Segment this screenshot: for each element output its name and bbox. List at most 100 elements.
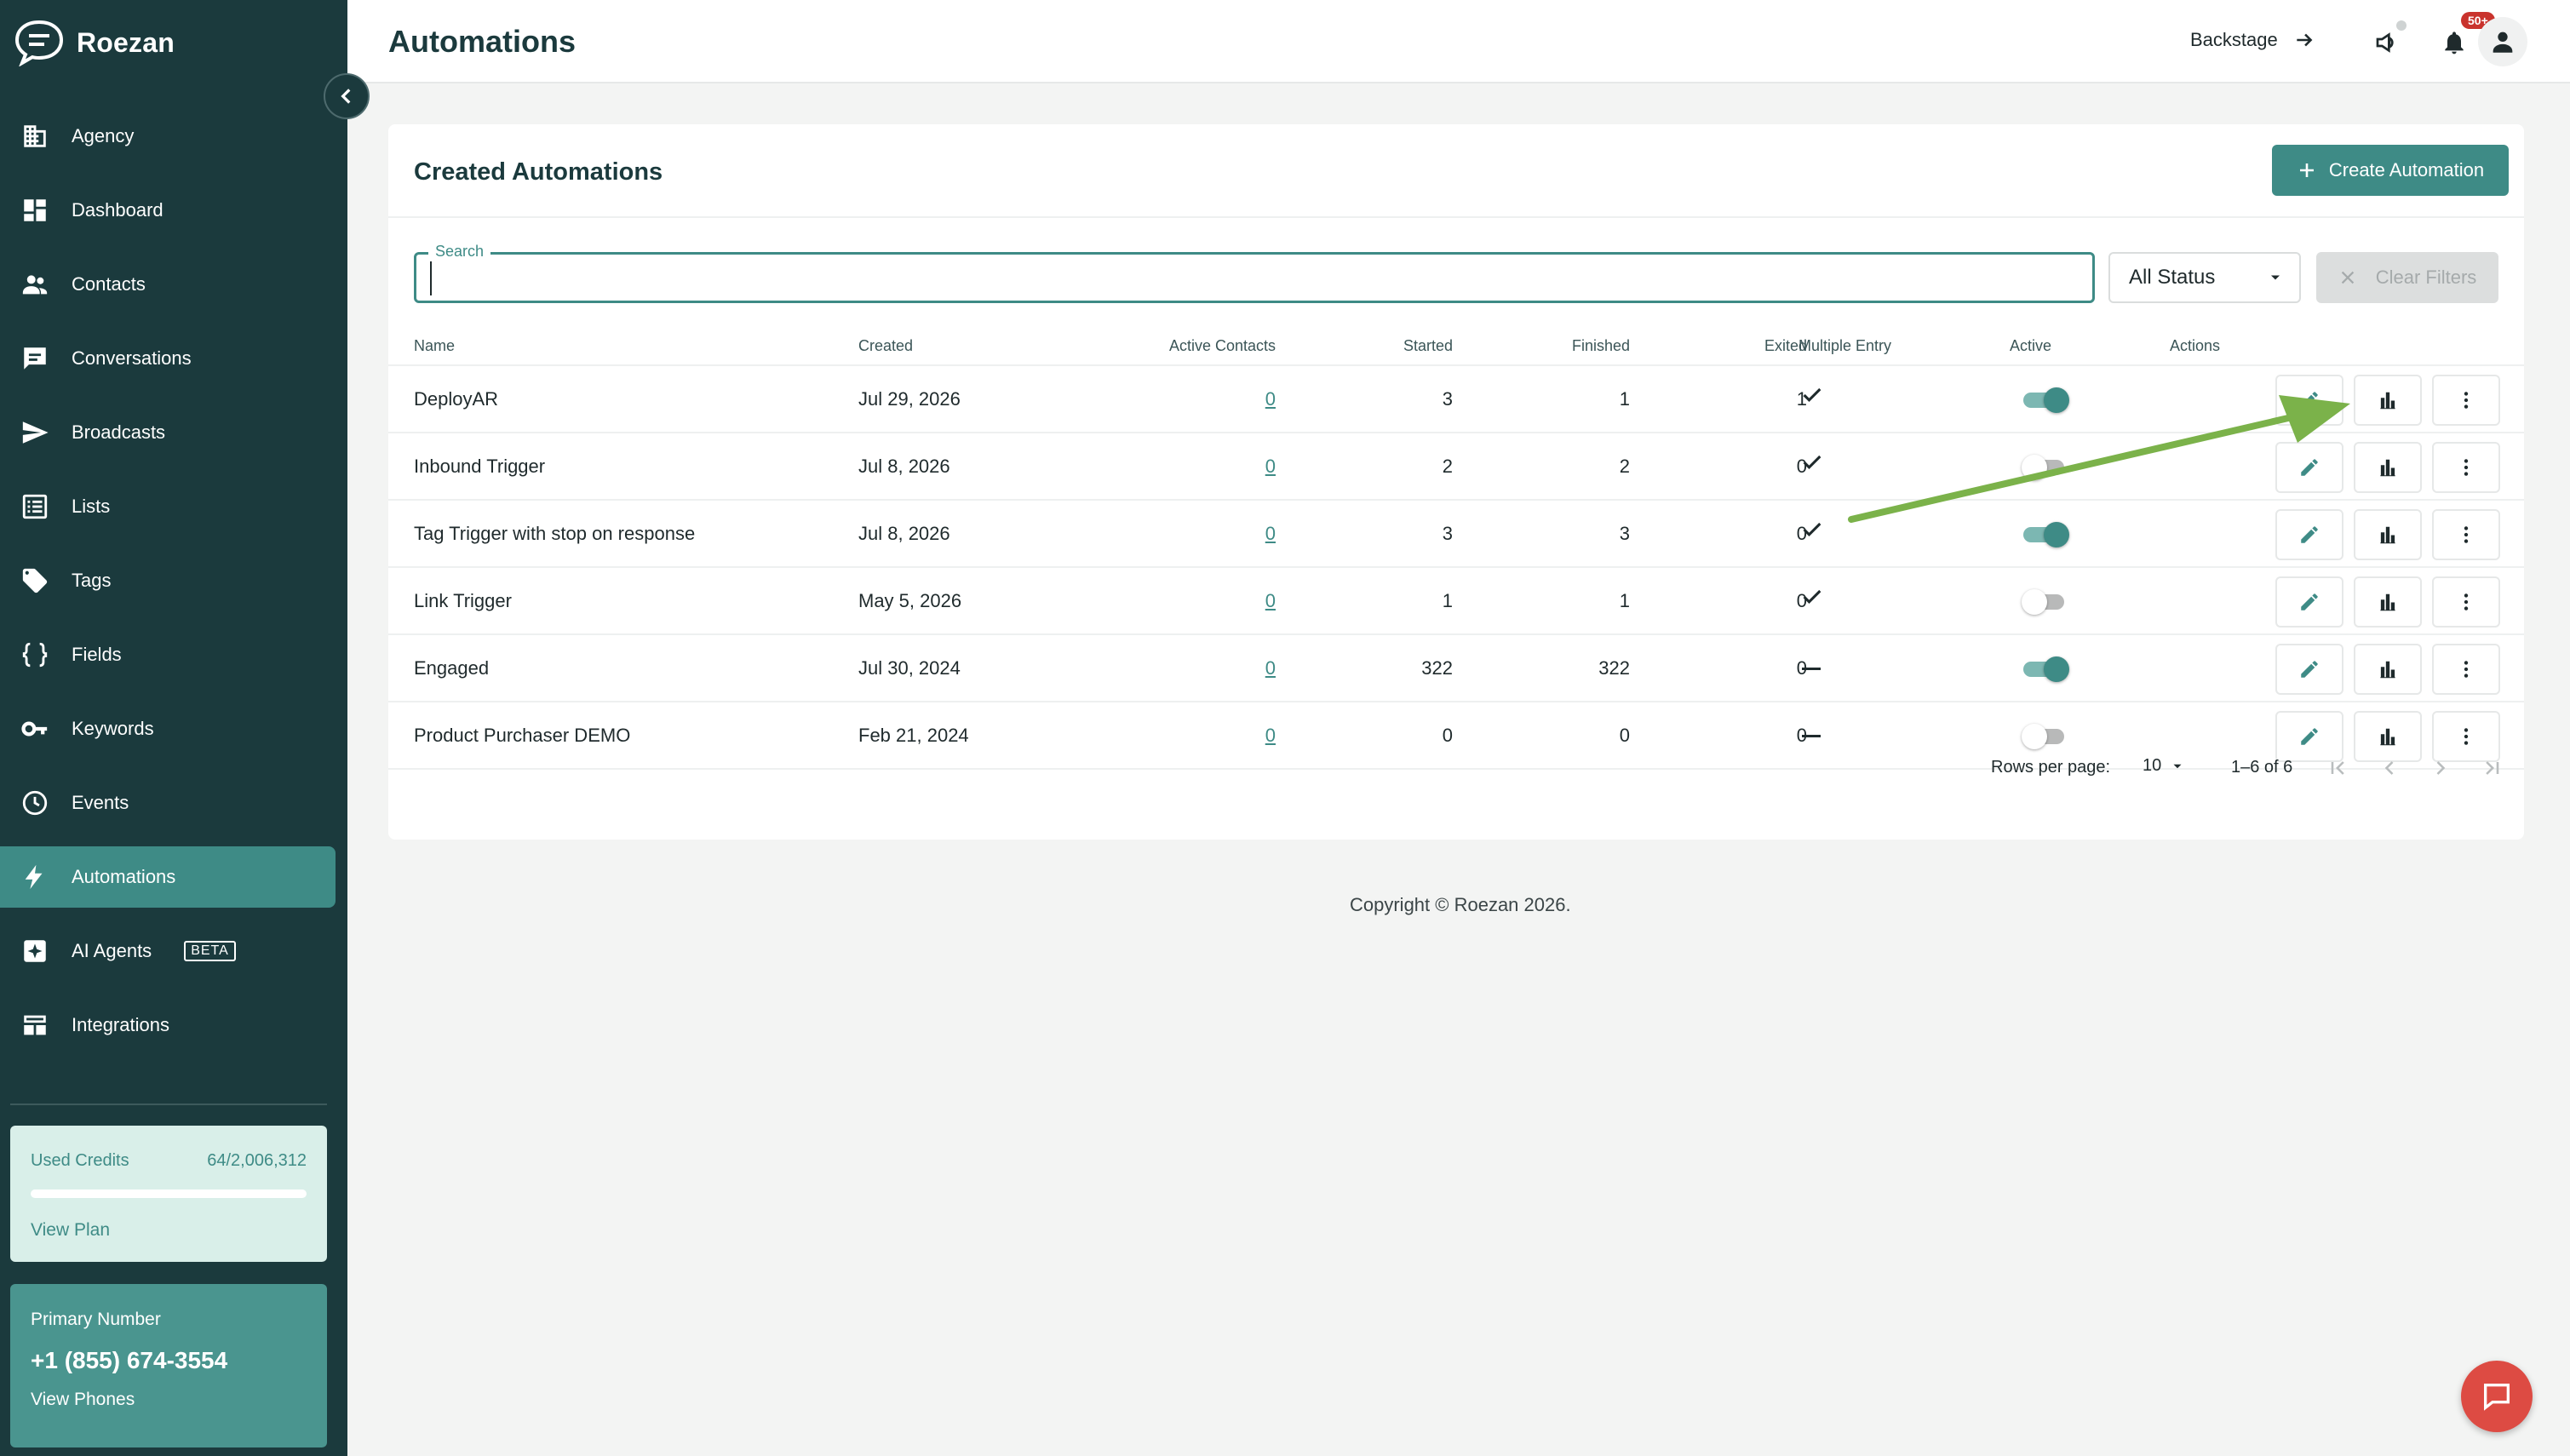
automation-name[interactable]: Link Trigger [414,590,512,612]
view-plan-link[interactable]: View Plan [31,1220,307,1241]
automation-name[interactable]: Engaged [414,657,489,679]
edit-button[interactable] [2275,576,2343,628]
bar-chart-icon [2380,526,2395,544]
sidebar-item-keywords[interactable]: Keywords [0,698,347,760]
column-header-started[interactable]: Started [1325,337,1453,355]
more-options-button[interactable] [2432,375,2500,426]
tag-icon [22,568,48,593]
column-header-name[interactable]: Name [414,337,455,355]
view-phones-link[interactable]: View Phones [31,1390,307,1410]
active-contacts-link[interactable]: 0 [1155,388,1276,410]
announcement-dot [2396,20,2407,31]
dashboard-icon [24,199,46,221]
status-filter-select[interactable]: All Status [2108,252,2301,303]
announcements-button[interactable] [2369,20,2407,61]
started-count: 3 [1442,523,1453,544]
sidebar-item-fields[interactable]: Fields [0,624,347,685]
sidebar-item-contacts[interactable]: Contacts [0,254,347,315]
sidebar-item-label: Automations [72,866,176,887]
next-page-button[interactable] [2425,753,2456,783]
pencil-icon [2301,593,2318,610]
previous-page-button[interactable] [2374,753,2405,783]
building-icon [24,125,46,147]
more-options-button[interactable] [2432,442,2500,493]
notifications-button[interactable]: 50+ [2435,12,2495,61]
more-vertical-icon [2464,459,2469,476]
caret-down-icon [2271,275,2280,280]
create-automation-button[interactable]: Create Automation [2272,145,2509,196]
primary-number: +1 (855) 674-3554 [31,1347,228,1373]
avatar[interactable] [2478,17,2527,66]
automation-name[interactable]: Tag Trigger with stop on response [414,523,695,545]
sidebar-item-conversations[interactable]: Conversations [0,328,347,389]
more-options-button[interactable] [2432,509,2500,560]
column-header-actions: Actions [2170,337,2221,354]
last-page-button[interactable] [2476,753,2507,783]
sidebar-item-label: Tags [72,570,112,591]
first-page-icon [2331,761,2344,775]
sidebar-item-integrations[interactable]: Integrations [0,995,347,1056]
more-options-button[interactable] [2432,644,2500,695]
sidebar-item-tags[interactable]: Tags [0,550,347,611]
megaphone-icon [2376,32,2394,53]
column-header-finished[interactable]: Finished [1502,337,1630,355]
stats-button[interactable] [2354,442,2422,493]
status-filter-value: All Status [2129,266,2216,289]
rows-per-page-select[interactable]: 10 [2143,756,2185,776]
active-toggle[interactable] [2022,588,2069,616]
more-vertical-icon [2464,392,2469,409]
clear-filters-button[interactable]: Clear Filters [2316,252,2498,303]
more-options-button[interactable] [2432,576,2500,628]
clock-icon [22,790,48,816]
toggle-knob [2044,656,2069,682]
started-count: 2 [1442,456,1453,477]
active-contacts-link[interactable]: 0 [1155,590,1276,612]
stats-button[interactable] [2354,644,2422,695]
first-page-button[interactable] [2323,753,2354,783]
people-icon [22,275,48,295]
chevron-left-icon [341,89,351,104]
multiple-entry-check [1800,585,1824,614]
logo[interactable]: Roezan [14,19,175,66]
sidebar-item-ai-agents[interactable]: AI Agents BETA [0,920,347,982]
user-icon [2493,32,2513,53]
automation-name[interactable]: Inbound Trigger [414,456,545,478]
sidebar-item-broadcasts[interactable]: Broadcasts [0,402,347,463]
column-header-active-contacts[interactable]: Active Contacts [1081,337,1276,355]
column-header-created[interactable]: Created [858,337,913,355]
card-header: Created Automations Create Automation [388,124,2524,218]
sidebar-item-automations[interactable]: Automations [0,846,336,908]
primary-number-label: Primary Number [31,1310,161,1329]
active-toggle[interactable] [2022,656,2069,683]
column-header-active[interactable]: Active [2010,337,2051,355]
chevron-left-icon [2384,761,2394,775]
support-chat-button[interactable] [2461,1361,2533,1432]
backstage-link[interactable]: Backstage [2190,29,2315,51]
rows-per-page-label: Rows per page: [1991,758,2111,777]
sidebar-item-label: Fields [72,644,122,665]
sidebar-item-lists[interactable]: Lists [0,476,347,537]
stats-button[interactable] [2354,509,2422,560]
column-header-multiple-entry[interactable]: Multiple Entry [1798,337,1891,355]
bar-chart-icon [2380,392,2395,410]
active-contacts-link[interactable]: 0 [1155,456,1276,478]
exited-count: 0 [1796,523,1807,544]
card-title: Created Automations [414,158,663,186]
list-icon [22,494,48,519]
column-header-exited[interactable]: Exited [1679,337,1807,355]
sidebar-item-label: Contacts [72,273,146,295]
search-input[interactable] [430,261,2065,295]
stats-button[interactable] [2354,576,2422,628]
sidebar-collapse-button[interactable] [324,73,370,119]
sidebar-item-agency[interactable]: Agency [0,106,347,167]
edit-button[interactable] [2275,644,2343,695]
rows-per-page-value: 10 [2143,756,2162,775]
sidebar-item-events[interactable]: Events [0,772,347,834]
stats-button[interactable] [2354,375,2422,426]
automation-name[interactable]: DeployAR [414,388,498,410]
table-row: Engaged Jul 30, 2024 0 322 322 0 [388,635,2524,702]
search-field[interactable]: Search [414,243,2095,303]
active-contacts-link[interactable]: 0 [1155,523,1276,545]
active-contacts-link[interactable]: 0 [1155,657,1276,679]
sidebar-item-dashboard[interactable]: Dashboard [0,180,347,241]
